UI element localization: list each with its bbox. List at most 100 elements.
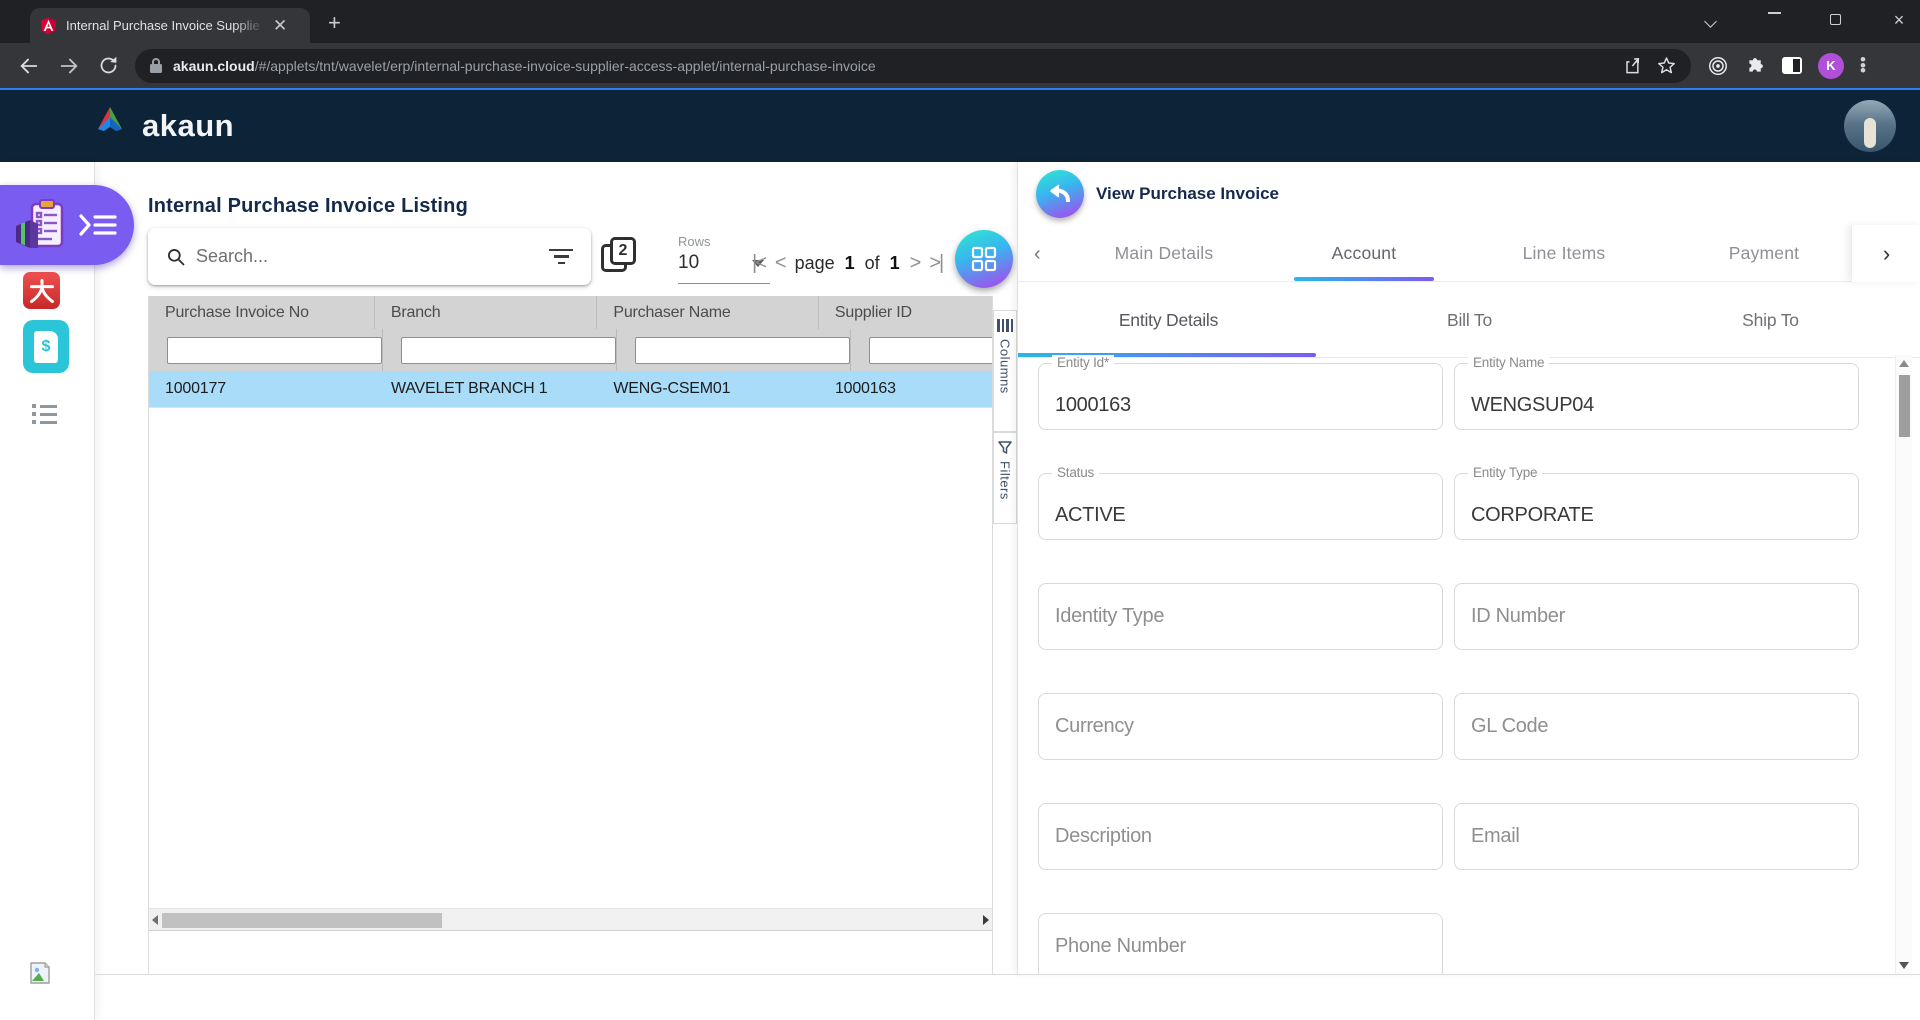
target-extension-icon[interactable] <box>1707 55 1729 77</box>
tab-line-items[interactable]: Line Items <box>1464 225 1664 282</box>
brand-logo[interactable]: akaun <box>88 107 234 145</box>
columns-bars-icon <box>997 319 1013 332</box>
field-value: CORPORATE <box>1471 504 1594 526</box>
field-currency[interactable]: Currency <box>1038 693 1443 760</box>
vertical-scrollbar-thumb[interactable] <box>1899 375 1910 437</box>
scroll-down-arrow-icon[interactable] <box>1899 962 1909 969</box>
field-placeholder: Identity Type <box>1055 605 1165 627</box>
sidebar-item-invoice-applet[interactable]: $ <box>23 320 69 373</box>
prev-page-icon[interactable]: < <box>775 252 787 275</box>
column-filter-input[interactable] <box>167 336 382 364</box>
column-filter-input[interactable] <box>401 336 616 364</box>
column-filter-input[interactable] <box>869 336 992 364</box>
browser-tab[interactable]: Internal Purchase Invoice Supplie ✕ <box>30 8 310 43</box>
cell-purchaser-name: WENG-CSEM01 <box>613 380 731 397</box>
brand-triangle-icon <box>98 107 122 131</box>
subtab-ship-to[interactable]: Ship To <box>1620 282 1920 358</box>
search-bar <box>148 228 591 285</box>
tabs-scroll-left-icon[interactable]: ‹ <box>1034 243 1041 266</box>
back-button[interactable] <box>1036 170 1084 218</box>
field-email[interactable]: Email <box>1454 803 1859 870</box>
column-header[interactable]: Supplier ID <box>819 296 992 329</box>
field-entity-name[interactable]: Entity Name WENGSUP04 <box>1454 355 1859 430</box>
table-filter-row <box>149 329 992 371</box>
column-header[interactable]: Purchaser Name <box>597 296 819 329</box>
tab-payment[interactable]: Payment <box>1664 225 1864 282</box>
field-placeholder: Currency <box>1055 715 1134 737</box>
new-tab-icon[interactable]: + <box>328 10 341 36</box>
horizontal-scrollbar[interactable] <box>149 908 992 931</box>
field-gl-code[interactable]: GL Code <box>1454 693 1859 760</box>
field-label: Entity Name <box>1468 355 1550 370</box>
filters-side-tab[interactable]: Filters <box>993 432 1017 524</box>
browser-tab-strip: Internal Purchase Invoice Supplie ✕ + × <box>0 0 1920 43</box>
field-placeholder: Phone Number <box>1055 935 1186 957</box>
card-border <box>148 931 149 974</box>
field-label: Status <box>1052 465 1100 480</box>
column-filter-input[interactable] <box>635 336 850 364</box>
horizontal-scrollbar-thumb[interactable] <box>162 913 442 928</box>
field-description[interactable]: Description <box>1038 803 1443 870</box>
close-window-icon[interactable]: × <box>1884 10 1914 31</box>
subtab-bill-to[interactable]: Bill To <box>1319 282 1620 358</box>
detail-tabs: ‹ Main Details Account Line Items Paymen… <box>1018 225 1920 282</box>
first-page-icon[interactable]: |< <box>752 252 767 275</box>
sidebar-item-da-applet[interactable] <box>23 272 60 309</box>
column-header[interactable]: Branch <box>375 296 598 329</box>
back-icon[interactable] <box>18 55 40 77</box>
reload-icon[interactable] <box>98 55 119 76</box>
field-placeholder: Email <box>1471 825 1520 847</box>
grid-view-button[interactable] <box>955 230 1013 288</box>
url-bar[interactable]: akaun.cloud/#/applets/tnt/wavelet/erp/in… <box>135 48 1691 83</box>
browser-profile-badge[interactable]: K <box>1818 52 1844 79</box>
field-entity-id[interactable]: Entity Id* 1000163 <box>1038 355 1443 430</box>
scroll-left-arrow-icon[interactable] <box>152 915 158 925</box>
vertical-scrollbar[interactable] <box>1895 355 1912 974</box>
share-icon[interactable] <box>1622 56 1642 76</box>
filter-funnel-icon[interactable] <box>549 248 573 265</box>
minimize-icon[interactable] <box>1768 4 1798 14</box>
field-id-number[interactable]: ID Number <box>1454 583 1859 650</box>
back-arrow-icon <box>1050 184 1070 203</box>
pagination: |< < page 1 of 1 > >| <box>752 252 944 275</box>
scroll-right-arrow-icon[interactable] <box>983 915 989 925</box>
sidebar-toggle-icon[interactable] <box>78 212 118 238</box>
tab-close-icon[interactable]: ✕ <box>273 17 287 34</box>
sidebar-item-list[interactable] <box>32 404 57 428</box>
panel-extension-icon[interactable] <box>1782 57 1802 74</box>
bookmark-star-icon[interactable] <box>1656 55 1677 76</box>
field-status[interactable]: Status ACTIVE <box>1038 465 1443 540</box>
browser-toolbar: akaun.cloud/#/applets/tnt/wavelet/erp/in… <box>0 43 1920 88</box>
sidebar-item-active-applet[interactable] <box>0 185 134 265</box>
tabs-scroll-right-icon[interactable]: › <box>1851 225 1920 282</box>
forward-icon[interactable] <box>58 55 80 77</box>
maximize-icon[interactable] <box>1830 14 1860 25</box>
puzzle-extension-icon[interactable] <box>1745 55 1766 76</box>
field-phone-number[interactable]: Phone Number <box>1038 913 1443 974</box>
search-input[interactable] <box>196 246 549 267</box>
last-page-icon[interactable]: >| <box>929 252 944 275</box>
columns-side-tab[interactable]: Columns <box>993 310 1017 432</box>
field-value: WENGSUP04 <box>1471 394 1594 416</box>
detail-subtabs: Entity Details Bill To Ship To <box>1018 282 1920 358</box>
angular-favicon-icon <box>40 17 57 34</box>
column-header[interactable]: Purchase Invoice No <box>149 296 375 329</box>
scroll-up-arrow-icon[interactable] <box>1899 360 1909 367</box>
content-bottom-divider <box>95 974 1920 975</box>
detail-panel: View Purchase Invoice ‹ Main Details Acc… <box>1017 162 1920 974</box>
duplicate-pages-icon[interactable]: 2 <box>601 237 643 279</box>
tab-account[interactable]: Account <box>1264 225 1464 282</box>
table-row-selected[interactable]: 1000177 WAVELET BRANCH 1 WENG-CSEM01 100… <box>149 371 992 408</box>
subtab-entity-details[interactable]: Entity Details <box>1018 282 1319 358</box>
tab-main-details[interactable]: Main Details <box>1064 225 1264 282</box>
next-page-icon[interactable]: > <box>910 252 922 275</box>
field-identity-type[interactable]: Identity Type <box>1038 583 1443 650</box>
field-entity-type[interactable]: Entity Type CORPORATE <box>1454 465 1859 540</box>
dollar-glyph: $ <box>41 337 51 355</box>
broken-image-icon <box>28 962 52 989</box>
chevron-down-icon[interactable] <box>1704 15 1736 28</box>
invoice-doc-icon: $ <box>34 330 58 363</box>
user-avatar[interactable] <box>1844 100 1896 152</box>
columns-label: Columns <box>997 339 1013 394</box>
kebab-menu-icon[interactable]: • • • <box>1858 51 1868 80</box>
